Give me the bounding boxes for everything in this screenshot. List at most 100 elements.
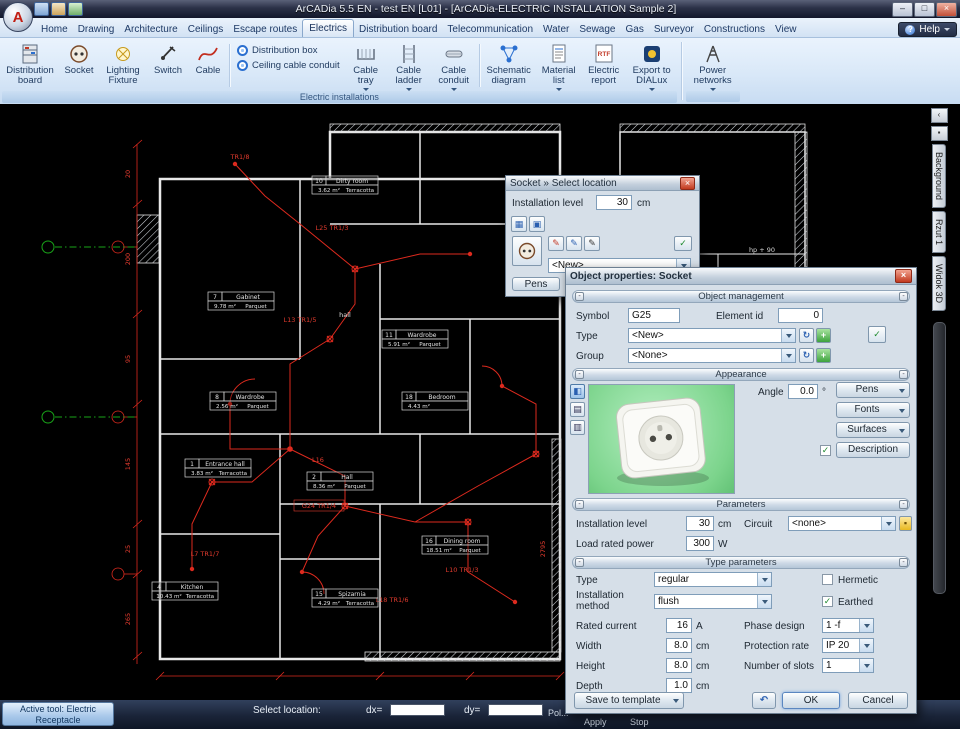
section-collapse-icon[interactable]: - <box>899 370 908 379</box>
tab-drawing[interactable]: Drawing <box>73 21 120 37</box>
type-combo[interactable]: <New> <box>628 328 796 343</box>
number-of-slots-combo[interactable]: 1 <box>822 658 874 673</box>
apply-button[interactable]: Apply <box>584 717 607 727</box>
select-location-dialog-titlebar[interactable]: Socket » Select location × <box>506 176 699 191</box>
stop-button[interactable]: Stop <box>630 717 649 727</box>
tab-view[interactable]: View <box>770 21 802 37</box>
description-button[interactable]: Description <box>836 442 910 458</box>
tab-distribution-board[interactable]: Distribution board <box>354 21 442 37</box>
edit-pen-dark-button[interactable]: ✎ <box>584 236 600 251</box>
snap-tool-button[interactable]: ▣ <box>529 216 545 232</box>
tab-rzut-1[interactable]: Rzut 1 <box>932 211 946 253</box>
minimize-button[interactable]: – <box>892 2 913 17</box>
section-collapse-icon[interactable]: - <box>575 292 584 301</box>
installation-method-combo[interactable]: flush <box>654 594 772 609</box>
save-to-template-button[interactable]: Save to template <box>574 692 684 709</box>
cable-button[interactable]: Cable <box>189 40 227 91</box>
material-list-button[interactable]: Material list <box>536 40 582 91</box>
quick-new-icon[interactable] <box>34 2 49 16</box>
tab-escape-routes[interactable]: Escape routes <box>228 21 302 37</box>
type-accept-button[interactable]: ✓ <box>868 326 886 343</box>
symbol-input[interactable] <box>628 308 680 323</box>
dy-input[interactable] <box>488 704 543 716</box>
hermetic-checkbox[interactable] <box>822 574 833 585</box>
depth-input[interactable] <box>666 678 692 693</box>
cable-ladder-button[interactable]: Cable ladder <box>387 40 431 91</box>
section-collapse-icon[interactable]: - <box>899 558 908 567</box>
section-appearance[interactable]: Appearance <box>572 368 910 381</box>
section-collapse-icon[interactable]: - <box>575 558 584 567</box>
type-param-combo[interactable]: regular <box>654 572 772 587</box>
description-checkbox[interactable]: ✓ <box>820 445 831 456</box>
section-collapse-icon[interactable]: - <box>575 500 584 509</box>
fonts-button[interactable]: Fonts <box>836 402 910 418</box>
element-id-input[interactable] <box>778 308 823 323</box>
circuit-combo[interactable]: <none> <box>788 516 896 531</box>
section-collapse-icon[interactable]: - <box>575 370 584 379</box>
section-collapse-icon[interactable]: - <box>899 292 908 301</box>
electric-report-button[interactable]: RTF Electric report <box>582 40 626 91</box>
grid-tool-button[interactable]: ▦ <box>511 216 527 232</box>
section-type-parameters[interactable]: Type parameters <box>572 556 910 569</box>
quick-save-icon[interactable] <box>68 2 83 16</box>
tab-home[interactable]: Home <box>36 21 73 37</box>
ceiling-cable-conduit-item[interactable]: Ceiling cable conduit <box>237 60 340 71</box>
circuit-select-button[interactable]: ▪ <box>899 516 912 531</box>
symbol-preview-button[interactable] <box>512 236 542 266</box>
accept-button[interactable]: ✓ <box>674 236 692 251</box>
export-to-dialux-button[interactable]: Export to DIALux <box>626 40 678 91</box>
preview-sheet-button[interactable]: ▥ <box>570 420 585 435</box>
tab-widok-3d[interactable]: Widok 3D <box>932 256 946 311</box>
type-add-button[interactable]: + <box>816 328 831 343</box>
edit-pen-blue-button[interactable]: ✎ <box>566 236 582 251</box>
load-rated-power-input[interactable] <box>686 536 714 551</box>
angle-input[interactable] <box>788 384 818 399</box>
phase-design-combo[interactable]: 1 -f <box>822 618 874 633</box>
group-add-button[interactable]: + <box>816 348 831 363</box>
height-input[interactable] <box>666 658 692 673</box>
quick-open-icon[interactable] <box>51 2 66 16</box>
cable-tray-button[interactable]: Cable tray <box>345 40 387 91</box>
cancel-button[interactable]: Cancel <box>848 692 908 709</box>
group-refresh-button[interactable]: ↻ <box>799 348 814 363</box>
switch-button[interactable]: Switch <box>147 40 189 91</box>
schematic-diagram-button[interactable]: Schematic diagram <box>482 40 536 91</box>
earthed-checkbox[interactable]: ✓ <box>822 596 833 607</box>
type-refresh-button[interactable]: ↻ <box>799 328 814 343</box>
section-parameters[interactable]: Parameters <box>572 498 910 511</box>
section-object-management[interactable]: Object management <box>572 290 910 303</box>
tab-surveyor[interactable]: Surveyor <box>649 21 699 37</box>
power-networks-button[interactable]: Power networks <box>685 40 741 91</box>
surfaces-button[interactable]: Surfaces <box>836 422 910 438</box>
maximize-button[interactable]: □ <box>914 2 935 17</box>
close-button[interactable]: × <box>936 2 957 17</box>
pens-button[interactable]: Pens <box>836 382 910 398</box>
tab-ceilings[interactable]: Ceilings <box>183 21 229 37</box>
tab-architecture[interactable]: Architecture <box>119 21 182 37</box>
tab-water[interactable]: Water <box>538 21 574 37</box>
preview-style-button[interactable]: ▤ <box>570 402 585 417</box>
section-collapse-icon[interactable]: - <box>899 500 908 509</box>
edit-pen-button[interactable]: ✎ <box>548 236 564 251</box>
pens-button[interactable]: Pens <box>512 277 560 291</box>
undo-button[interactable]: ↶ <box>752 692 776 709</box>
panel-scrollbar[interactable] <box>933 322 946 594</box>
tab-background[interactable]: Background <box>932 144 946 208</box>
cable-conduit-button[interactable]: Cable conduit <box>431 40 477 91</box>
close-icon[interactable]: × <box>680 177 695 190</box>
tab-constructions[interactable]: Constructions <box>699 21 770 37</box>
distribution-box-item[interactable]: Distribution box <box>237 45 340 56</box>
panel-pin-button[interactable]: ▪ <box>931 126 948 141</box>
rated-current-input[interactable] <box>666 618 692 633</box>
protection-rate-combo[interactable]: IP 20 <box>822 638 874 653</box>
panel-collapse-button[interactable]: ‹ <box>931 108 948 123</box>
tab-electrics[interactable]: Electrics <box>302 19 354 37</box>
preview-view-button[interactable]: ◧ <box>570 384 585 399</box>
installation-level-input[interactable] <box>596 195 632 210</box>
socket-button[interactable]: Socket <box>59 40 99 91</box>
properties-dialog-titlebar[interactable]: Object properties: Socket × <box>566 268 916 285</box>
tab-gas[interactable]: Gas <box>620 21 648 37</box>
distribution-board-button[interactable]: Distribution board <box>1 40 59 91</box>
width-input[interactable] <box>666 638 692 653</box>
dx-input[interactable] <box>390 704 445 716</box>
